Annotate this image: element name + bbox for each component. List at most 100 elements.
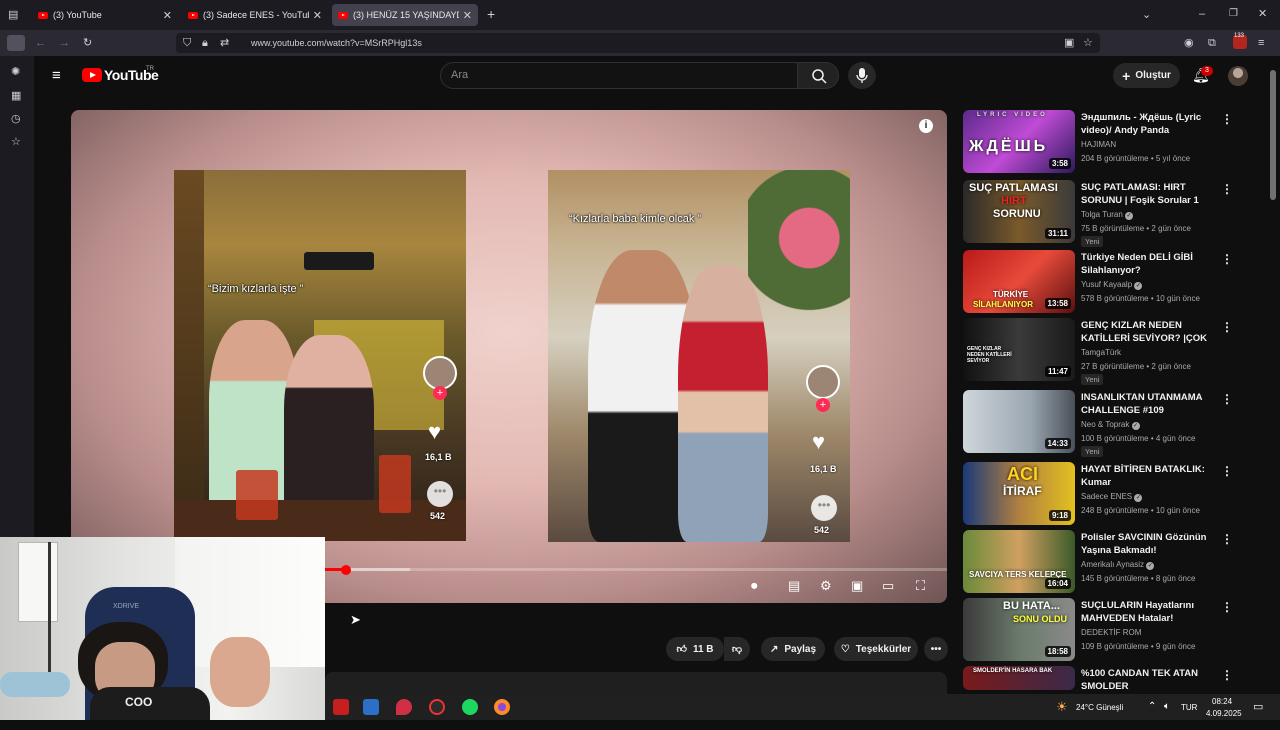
create-button[interactable]: + Oluştur <box>1113 63 1180 88</box>
sidebar-toggle-button[interactable] <box>7 35 25 51</box>
like-button[interactable]: 👍︎ 11 B <box>666 637 724 661</box>
app-icon-red[interactable] <box>333 699 349 715</box>
recommendation-item[interactable]: ЖДЁШЬ LYRIC VIDEO 3:58 Эндшпиль - Ждёшь (Ly… <box>963 110 1263 174</box>
channel-name[interactable]: HAJIMAN <box>1081 140 1116 149</box>
synced-tabs-icon[interactable]: ▦ <box>11 90 21 102</box>
settings-gear-icon[interactable]: ⚙ <box>820 578 832 594</box>
scrollbar[interactable] <box>1270 70 1276 200</box>
shield-icon[interactable]: ⛉ <box>183 37 191 49</box>
recommendation-title[interactable]: SUÇ PATLAMASI: HIRT SORUNU | Foşik Sorul… <box>1081 181 1216 207</box>
kebab-menu-icon[interactable]: ⋮ <box>1221 668 1233 682</box>
obs-icon[interactable] <box>429 699 445 715</box>
lock-icon[interactable]: 🔒︎ <box>202 37 208 49</box>
avatar[interactable] <box>1228 66 1248 86</box>
firefox-icon[interactable] <box>494 699 510 715</box>
video-thumbnail[interactable]: ACI İTİRAF 9:18 <box>963 462 1075 525</box>
channel-name[interactable]: Tolga Turan ✓ <box>1081 210 1134 220</box>
window-close-icon[interactable]: ✕ <box>1258 8 1267 20</box>
recommendation-title[interactable]: SUÇLULARIN Hayatlarını MAHVEDEN Hatalar!… <box>1081 599 1216 625</box>
browser-tab-active-video[interactable]: (3) HENÜZ 15 YAŞINDAYDI.. (Şo ✕ <box>332 4 478 26</box>
search-button[interactable] <box>797 62 839 89</box>
picture-in-picture-icon[interactable]: ▣ <box>1064 37 1074 49</box>
recommendation-title[interactable]: %100 CANDAN TEK ATAN SMOLDER <box>1081 667 1216 693</box>
recommendation-item[interactable]: SMOLDER'İN HASARA BAK %100 CANDAN TEK ATA… <box>963 666 1263 730</box>
kebab-menu-icon[interactable]: ⋮ <box>1221 532 1233 546</box>
channel-name[interactable]: TamgaTürk <box>1081 348 1121 357</box>
kebab-menu-icon[interactable]: ⋮ <box>1221 252 1233 266</box>
app-menu-icon[interactable]: ≡ <box>1258 37 1264 49</box>
close-tab-icon[interactable]: ✕ <box>163 9 172 22</box>
channel-name[interactable]: Neo & Toprak ✓ <box>1081 420 1140 430</box>
video-player[interactable]: i “Bizim kızlarla işte ” + ♥ 16,1 B ••• … <box>71 110 947 603</box>
close-tab-icon[interactable]: ✕ <box>313 9 322 22</box>
voice-search-button[interactable] <box>848 62 876 89</box>
video-thumbnail[interactable]: SMOLDER'İN HASARA BAK <box>963 666 1075 690</box>
spotify-icon[interactable] <box>462 699 478 715</box>
bookmark-star-icon[interactable]: ☆ <box>1083 37 1093 49</box>
guide-menu-icon[interactable]: ≡ <box>52 67 61 84</box>
progress-scrubber-handle[interactable] <box>341 565 352 575</box>
autoplay-toggle-icon[interactable]: ⏺ <box>751 578 758 594</box>
ai-chatbot-icon[interactable]: ✺ <box>11 66 20 78</box>
video-thumbnail[interactable]: SAVCIYA TERS KELEPÇE 16:04 <box>963 530 1075 593</box>
dislike-button[interactable]: 👎︎ <box>724 637 750 661</box>
recommendation-item[interactable]: SAVCIYA TERS KELEPÇE 16:04 Polisler SAVCIN… <box>963 530 1263 594</box>
recommendation-item[interactable]: BU HATA... SONU OLDU 18:58 SUÇLULARIN Hayat… <box>963 598 1263 662</box>
recommendation-title[interactable]: INSANLIKTAN UTANMAMA CHALLENGE #109 <box>1081 391 1216 417</box>
channel-name[interactable]: Sadece ENES ✓ <box>1081 492 1143 502</box>
close-tab-icon[interactable]: ✕ <box>463 9 472 22</box>
youtube-logo-icon[interactable] <box>82 68 102 82</box>
permissions-icon[interactable]: ⇄ <box>220 37 229 49</box>
kebab-menu-icon[interactable]: ⋮ <box>1221 320 1233 334</box>
new-tab-icon[interactable]: + <box>487 7 495 21</box>
theater-mode-icon[interactable]: ▭ <box>882 578 894 594</box>
reload-icon[interactable]: ↻ <box>83 37 92 49</box>
channel-name[interactable]: DEDEKTİF ROM <box>1081 628 1141 637</box>
kebab-menu-icon[interactable]: ⋮ <box>1221 182 1233 196</box>
extensions-icon[interactable]: ⧉ <box>1208 37 1216 49</box>
tab-overflow-chevron-icon[interactable]: ⌄ <box>1142 9 1151 21</box>
browser-tab-sadece-enes[interactable]: (3) Sadece ENES - YouTube ✕ <box>182 4 328 26</box>
fullscreen-icon[interactable]: ⛶ <box>916 578 925 594</box>
recommendation-title[interactable]: HAYAT BİTİREN BATAKLIK: Kumar <box>1081 463 1216 489</box>
video-thumbnail[interactable]: TÜRKİYE SİLAHLANIYOR 13:58 <box>963 250 1075 313</box>
info-icon[interactable]: i <box>919 119 933 133</box>
url-text[interactable]: www.youtube.com/watch?v=MSrRPHgl13s <box>251 38 422 48</box>
forward-arrow-icon[interactable]: → <box>59 37 70 49</box>
back-arrow-icon[interactable]: ← <box>35 37 46 49</box>
kebab-menu-icon[interactable]: ⋮ <box>1221 464 1233 478</box>
channel-name[interactable]: Amerikalı Aynasiz ✓ <box>1081 560 1155 570</box>
share-button[interactable]: ↗ Paylaş <box>761 637 825 661</box>
video-thumbnail[interactable]: ЖДЁШЬ LYRIC VIDEO 3:58 <box>963 110 1075 173</box>
thanks-button[interactable]: ♡ Teşekkürler <box>834 637 918 661</box>
history-icon[interactable]: ◷ <box>11 113 21 125</box>
channel-name[interactable]: Yusuf Kayaalp ✓ <box>1081 280 1143 290</box>
recommendation-title[interactable]: GENÇ KIZLAR NEDEN KATİLLERİ SEVİYOR? |ÇO… <box>1081 319 1216 345</box>
search-input[interactable] <box>440 62 798 89</box>
account-icon[interactable]: ◉ <box>1184 37 1194 49</box>
description-box[interactable] <box>325 672 947 694</box>
video-thumbnail[interactable]: GENÇ KIZLAR NEDEN KATİLLERİ SEVİYOR 11:47 <box>963 318 1075 381</box>
kebab-menu-icon[interactable]: ⋮ <box>1221 392 1233 406</box>
recommendation-item[interactable]: TÜRKİYE SİLAHLANIYOR 13:58 Türkiye Neden DE… <box>963 250 1263 314</box>
video-thumbnail[interactable]: 14:33 <box>963 390 1075 453</box>
recommendation-title[interactable]: Эндшпиль - Ждёшь (Lyric video)/ Andy Pan… <box>1081 111 1216 137</box>
video-thumbnail[interactable]: SUÇ PATLAMASI HIRT SORUNU 31:11 <box>963 180 1075 243</box>
recommendation-item[interactable]: 14:33 INSANLIKTAN UTANMAMA CHALLENGE #109… <box>963 390 1263 457</box>
browser-tab-youtube[interactable]: (3) YouTube ✕ <box>32 4 178 26</box>
tab-list-icon[interactable]: ▤ <box>8 9 18 21</box>
miniplayer-icon[interactable]: ▣ <box>851 578 863 594</box>
minimize-icon[interactable]: – <box>1199 8 1205 20</box>
more-actions-button[interactable]: ••• <box>924 637 948 661</box>
recommendation-title[interactable]: Türkiye Neden DELİ GİBİ Silahlanıyor? <box>1081 251 1216 277</box>
video-thumbnail[interactable]: BU HATA... SONU OLDU 18:58 <box>963 598 1075 661</box>
recommendation-title[interactable]: Polisler SAVCININ Gözünün Yaşına Bakmadı… <box>1081 531 1216 557</box>
file-explorer-icon[interactable] <box>363 699 379 715</box>
bookmarks-star-icon[interactable]: ☆ <box>11 136 21 148</box>
recommendation-item[interactable]: ACI İTİRAF 9:18 HAYAT BİTİREN BATAKLIK: Kum… <box>963 462 1263 526</box>
recommendation-item[interactable]: SUÇ PATLAMASI HIRT SORUNU 31:11 SUÇ PATLAMAS… <box>963 180 1263 247</box>
recommendation-item[interactable]: GENÇ KIZLAR NEDEN KATİLLERİ SEVİYOR 11:47… <box>963 318 1263 385</box>
kebab-menu-icon[interactable]: ⋮ <box>1221 600 1233 614</box>
subtitles-icon[interactable]: ▤ <box>788 578 800 594</box>
kebab-menu-icon[interactable]: ⋮ <box>1221 112 1233 126</box>
